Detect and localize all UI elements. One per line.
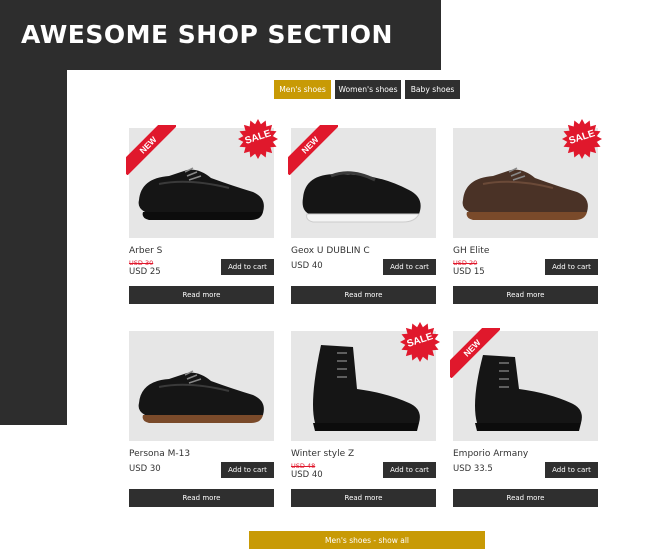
product-card: NEW Emporio Armany USD 33.5 Add to cart … xyxy=(450,328,598,521)
tab-womens-shoes[interactable]: Women's shoes xyxy=(335,80,401,99)
product-card: NEW Geox U DUBLIN C USD 40 Add to cart R… xyxy=(288,125,436,318)
add-to-cart-button[interactable]: Add to cart xyxy=(221,462,274,478)
sale-badge: SALE xyxy=(238,119,278,159)
product-price: USD 25 xyxy=(129,267,161,277)
product-name[interactable]: Geox U DUBLIN C xyxy=(291,246,370,256)
add-to-cart-button[interactable]: Add to cart xyxy=(221,259,274,275)
old-price: USD 48 xyxy=(291,462,316,470)
read-more-button[interactable]: Read more xyxy=(453,489,598,507)
product-card: Persona M-13 USD 30 Add to cart Read mor… xyxy=(129,331,274,521)
add-to-cart-button[interactable]: Add to cart xyxy=(545,259,598,275)
category-tabs: Men's shoes Women's shoes Baby shoes xyxy=(274,80,460,99)
new-badge-label: NEW xyxy=(450,328,500,378)
product-card: SALE Winter style Z USD 48 USD 40 Add to… xyxy=(291,322,440,521)
product-card: SALE GH Elite USD 20 USD 15 Add to cart … xyxy=(453,119,602,318)
sale-badge: SALE xyxy=(400,322,440,362)
read-more-button[interactable]: Read more xyxy=(129,286,274,304)
tab-mens-shoes[interactable]: Men's shoes xyxy=(274,80,331,99)
product-card: NEW SALE Arber S USD 30 USD 25 Add to ca… xyxy=(126,119,278,318)
product-name[interactable]: Winter style Z xyxy=(291,449,354,459)
product-image[interactable] xyxy=(129,331,274,441)
read-more-button[interactable]: Read more xyxy=(291,286,436,304)
sale-badge: SALE xyxy=(562,119,602,159)
old-price: USD 20 xyxy=(453,259,478,267)
product-name[interactable]: Persona M-13 xyxy=(129,449,190,459)
new-ribbon: NEW xyxy=(126,125,176,175)
add-to-cart-button[interactable]: Add to cart xyxy=(545,462,598,478)
show-all-button[interactable]: Men's shoes - show all xyxy=(249,531,485,549)
product-image[interactable]: SALE xyxy=(291,322,440,441)
product-image[interactable]: SALE xyxy=(453,119,602,238)
product-price: USD 30 xyxy=(129,464,161,474)
new-ribbon: NEW xyxy=(450,328,500,378)
new-badge-label: NEW xyxy=(288,125,338,175)
add-to-cart-button[interactable]: Add to cart xyxy=(383,259,436,275)
add-to-cart-button[interactable]: Add to cart xyxy=(383,462,436,478)
product-image[interactable]: NEW xyxy=(450,328,598,441)
old-price: USD 30 xyxy=(129,259,154,267)
product-price: USD 15 xyxy=(453,267,485,277)
product-price: USD 40 xyxy=(291,261,323,271)
product-image[interactable]: NEW SALE xyxy=(126,119,278,238)
product-image[interactable]: NEW xyxy=(288,125,436,238)
read-more-button[interactable]: Read more xyxy=(129,489,274,507)
product-name[interactable]: Emporio Armany xyxy=(453,449,528,459)
product-name[interactable]: Arber S xyxy=(129,246,162,256)
new-ribbon: NEW xyxy=(288,125,338,175)
new-badge-label: NEW xyxy=(126,125,176,175)
product-name[interactable]: GH Elite xyxy=(453,246,489,256)
product-price: USD 33.5 xyxy=(453,464,493,474)
read-more-button[interactable]: Read more xyxy=(291,489,436,507)
product-price: USD 40 xyxy=(291,470,323,480)
read-more-button[interactable]: Read more xyxy=(453,286,598,304)
section-title: AWESOME SHOP SECTION xyxy=(21,20,393,49)
tab-baby-shoes[interactable]: Baby shoes xyxy=(405,80,460,99)
